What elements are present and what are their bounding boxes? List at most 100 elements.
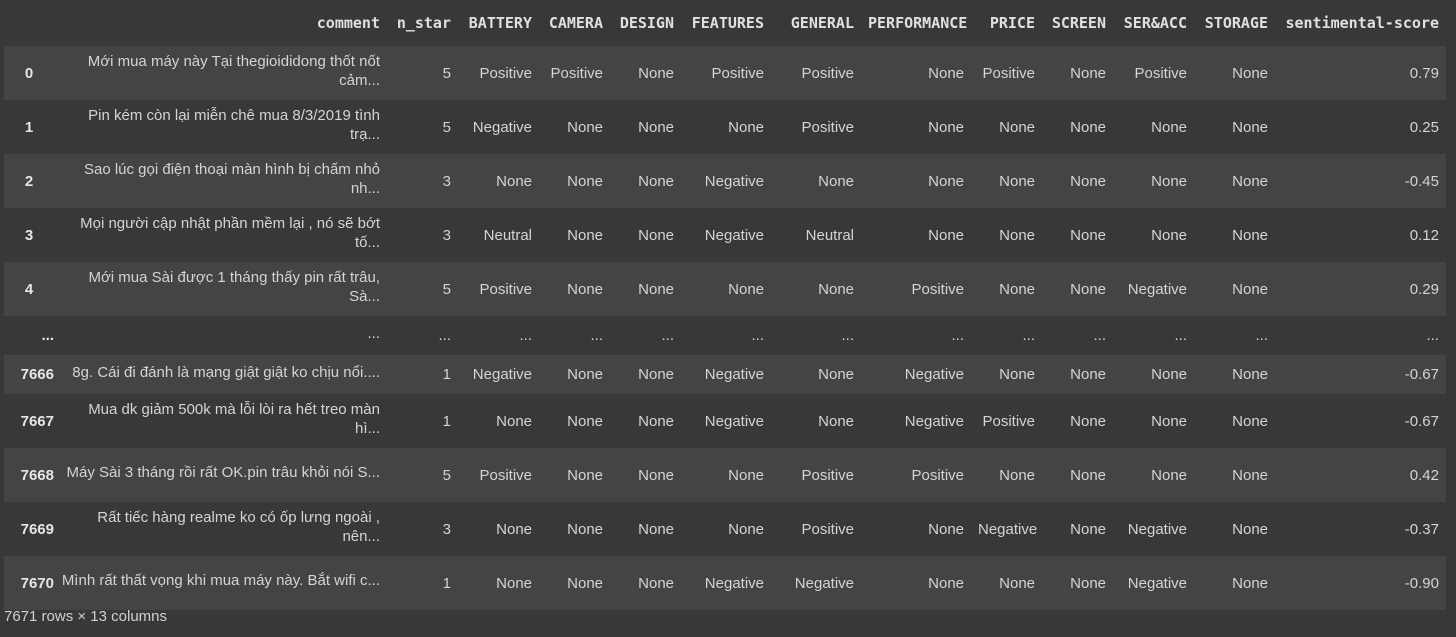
table-cell: None: [928, 574, 964, 592]
comment-cell: Mới mua Sài được 1 tháng thấy pin rất tr…: [54, 262, 387, 316]
table-cell: None: [638, 172, 674, 190]
column-header: DESIGN: [619, 13, 674, 32]
table-cell: None: [1151, 226, 1187, 244]
table-cell: Positive: [982, 412, 1035, 430]
column-header: STORAGE: [1204, 13, 1268, 32]
table-cell: None: [1232, 172, 1268, 190]
table-cell: ...: [590, 327, 603, 344]
header-row: comment n_star BATTERY CAMERA DESIGN FEATURES…: [4, 0, 1446, 46]
table-cell: None: [638, 466, 674, 484]
row-index: 1: [24, 118, 34, 136]
table-cell: None: [1232, 574, 1268, 592]
table-cell: None: [496, 574, 532, 592]
table-cell: Positive: [479, 466, 532, 484]
table-cell: None: [728, 118, 764, 136]
table-cell: 0.25: [1409, 118, 1439, 136]
table-cell: Negative: [1127, 280, 1187, 298]
table-row: 7669 Rất tiếc hàng realme ko có ốp lưng n…: [4, 502, 1446, 556]
table-cell: ...: [438, 327, 451, 344]
dataframe-table: comment n_star BATTERY CAMERA DESIGN FEATURES…: [4, 0, 1446, 610]
table-cell: None: [1232, 118, 1268, 136]
row-index: 3: [24, 226, 34, 244]
table-cell: None: [1151, 366, 1187, 383]
table-cell: 1: [442, 366, 451, 383]
row-index: 7666: [20, 366, 54, 383]
table-cell: None: [1070, 466, 1106, 484]
table-cell: Negative: [704, 172, 764, 190]
table-cell: None: [818, 280, 854, 298]
comment-text: Máy Sài 3 tháng rồi rất OK.pin trâu khỏi…: [66, 464, 381, 481]
column-header: FEATURES: [691, 13, 764, 32]
table-cell: ...: [751, 327, 764, 344]
table-cell: None: [567, 172, 603, 190]
table-cell: Positive: [801, 520, 854, 538]
row-index: 4: [24, 280, 34, 298]
table-cell: -0.90: [1404, 574, 1439, 592]
table-cell: None: [1070, 172, 1106, 190]
comment-cell: Máy Sài 3 tháng rồi rất OK.pin trâu khỏi…: [54, 448, 387, 502]
notebook-output: comment n_star BATTERY CAMERA DESIGN FEATURES…: [0, 0, 1456, 637]
column-header: comment: [316, 13, 380, 32]
comment-text: Sao lúc gọi điện thoại màn hình bị chấm …: [83, 160, 380, 197]
table-cell: None: [999, 466, 1035, 484]
table-cell: None: [1232, 64, 1268, 82]
table-cell: Positive: [479, 64, 532, 82]
table-cell: None: [638, 520, 674, 538]
column-header: PRICE: [989, 13, 1035, 32]
table-cell: None: [1070, 366, 1106, 383]
table-cell: None: [567, 574, 603, 592]
table-cell: Neutral: [805, 226, 854, 244]
table-cell: Negative: [472, 118, 532, 136]
comment-cell: Pin kém còn lại miễn chê mua 8/3/2019 tì…: [54, 100, 387, 154]
table-cell: Negative: [704, 574, 764, 592]
table-cell: None: [999, 280, 1035, 298]
table-row: 7666 8g. Cái đi đánh là mạng giật giật ko…: [4, 355, 1446, 394]
column-header: CAMERA: [548, 13, 603, 32]
table-row: 7670 Mình rất thất vọng khi mua máy này. …: [4, 556, 1446, 610]
row-index: 2: [24, 172, 34, 190]
column-header: n_star: [396, 13, 451, 32]
table-cell: None: [638, 574, 674, 592]
row-index: 7668: [20, 466, 54, 484]
table-cell: None: [567, 466, 603, 484]
table-cell: ...: [951, 327, 964, 344]
table-cell: None: [1070, 226, 1106, 244]
table-cell: ...: [1255, 327, 1268, 344]
table-cell: None: [496, 172, 532, 190]
comment-text: ...: [367, 324, 380, 342]
table-row: 7667 Mua dk giảm 500k mà lỗi lòi ra hết t…: [4, 394, 1446, 448]
table-cell: None: [818, 412, 854, 430]
table-cell: None: [567, 226, 603, 244]
column-header: SER&ACC: [1123, 13, 1187, 32]
table-cell: ...: [661, 327, 674, 344]
table-cell: None: [728, 520, 764, 538]
table-cell: ...: [1174, 327, 1187, 344]
table-cell: None: [1070, 280, 1106, 298]
table-cell: Positive: [911, 280, 964, 298]
table-row: 1 Pin kém còn lại miễn chê mua 8/3/2019 t…: [4, 100, 1446, 154]
table-body: 0 Mới mua máy này Tại thegioididong thốt …: [4, 46, 1446, 610]
table-cell: Positive: [801, 64, 854, 82]
table-cell: Negative: [1127, 520, 1187, 538]
comment-cell: Sao lúc gọi điện thoại màn hình bị chấm …: [54, 154, 387, 208]
table-cell: None: [1232, 466, 1268, 484]
table-cell: None: [567, 280, 603, 298]
table-cell: None: [496, 520, 532, 538]
table-cell: None: [1151, 118, 1187, 136]
comment-cell: Mọi người cập nhật phần mềm lại , nó sẽ …: [54, 208, 387, 262]
table-cell: Positive: [911, 466, 964, 484]
row-index: 0: [24, 64, 34, 82]
table-cell: None: [638, 226, 674, 244]
row-count-footer: 7671 rows × 13 columns: [4, 608, 168, 625]
table-cell: Negative: [904, 366, 964, 383]
comment-cell: Mình rất thất vọng khi mua máy này. Bắt …: [54, 556, 387, 610]
table-cell: None: [567, 118, 603, 136]
table-cell: None: [638, 280, 674, 298]
table-cell: None: [999, 172, 1035, 190]
table-cell: Positive: [801, 118, 854, 136]
table-cell: ...: [1022, 327, 1035, 344]
table-cell: -0.37: [1404, 520, 1439, 538]
comment-cell: Mới mua máy này Tại thegioididong thốt n…: [54, 46, 387, 100]
comment-text: Mua dk giảm 500k mà lỗi lòi ra hết treo …: [88, 400, 380, 437]
table-row: 3 Mọi người cập nhật phần mềm lại , nó sẽ…: [4, 208, 1446, 262]
